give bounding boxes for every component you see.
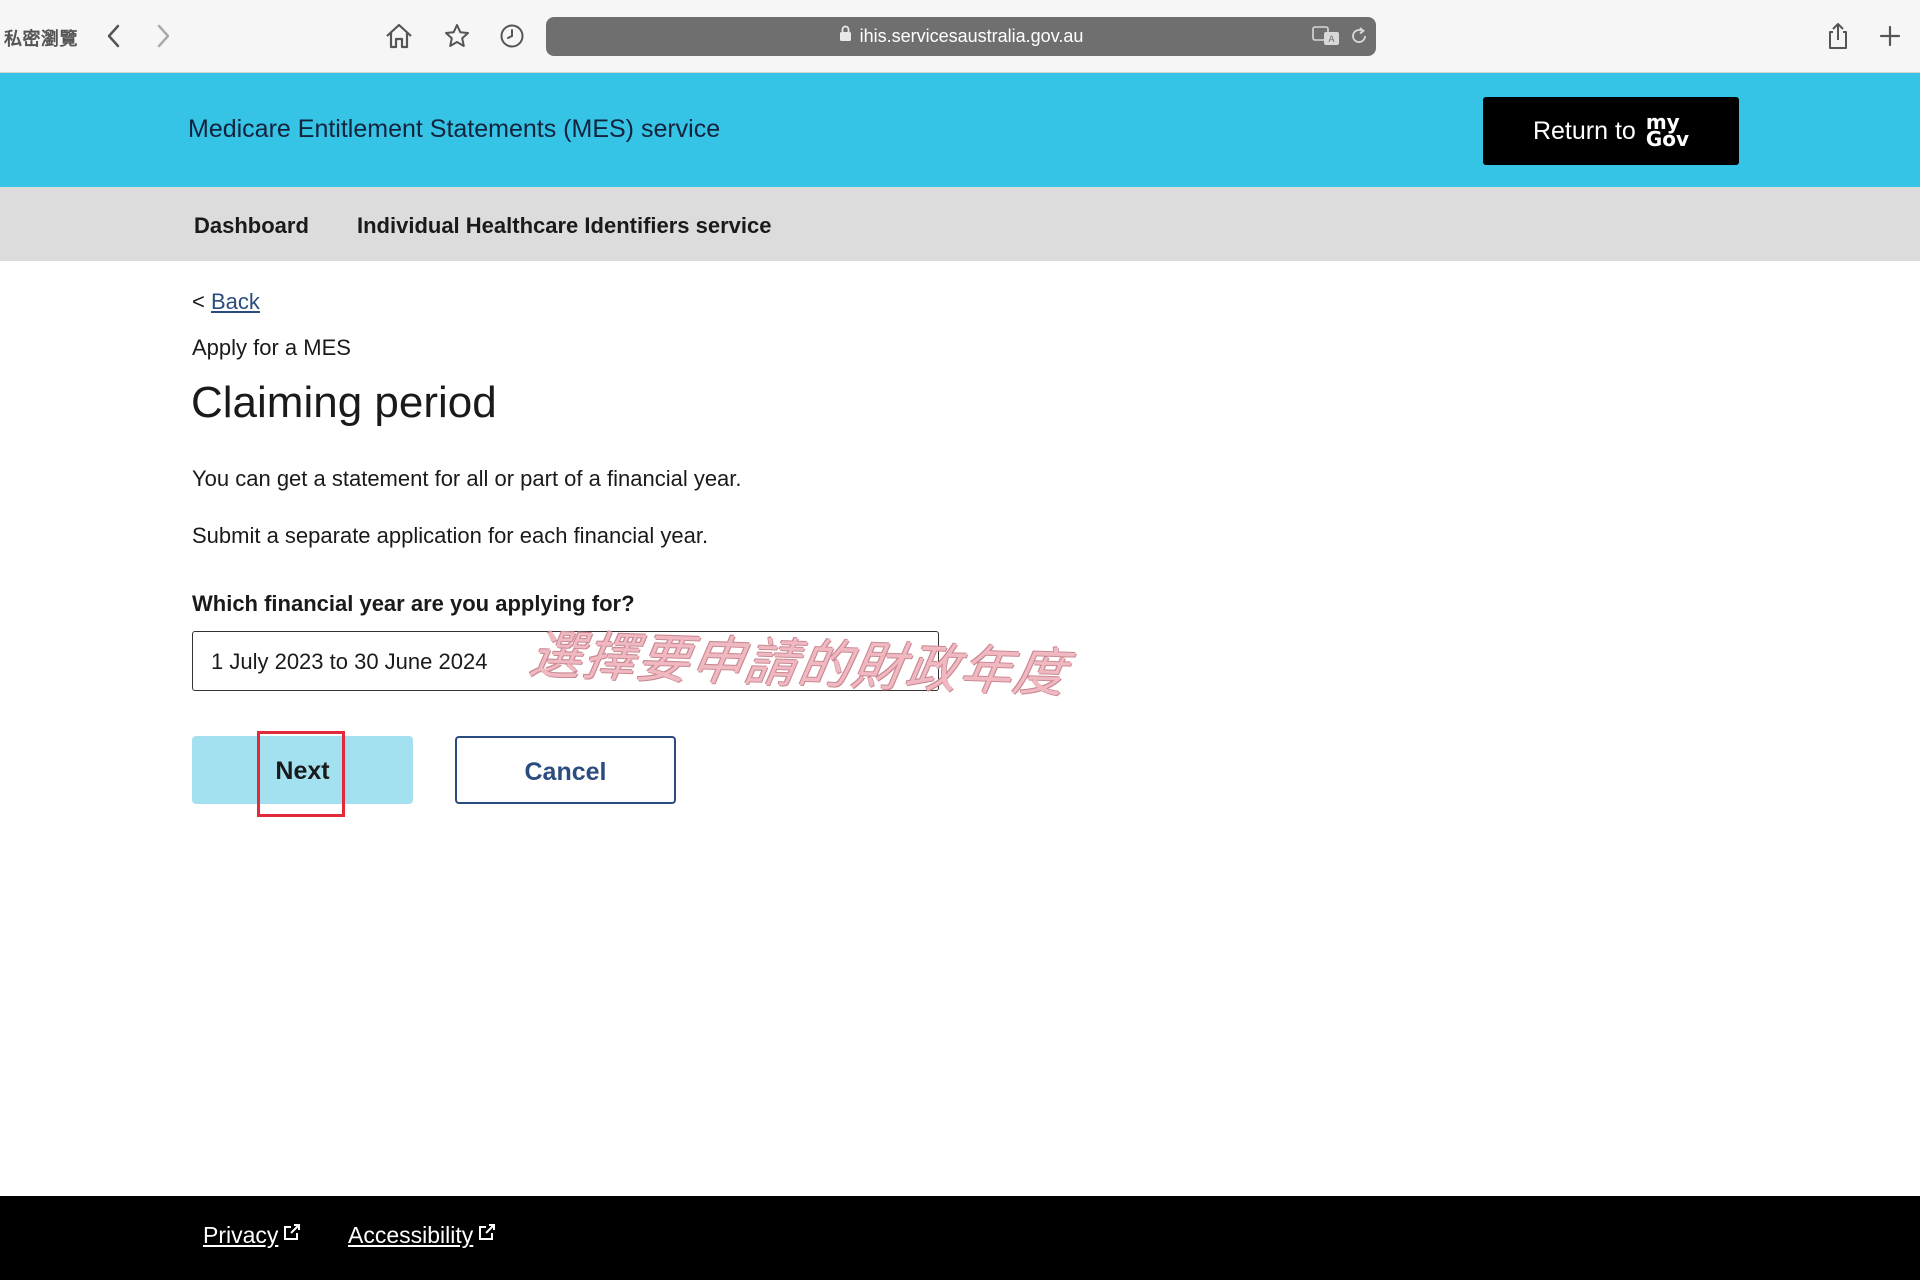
return-to-mygov-button[interactable]: Return to my Gov bbox=[1483, 97, 1739, 165]
lock-icon bbox=[839, 25, 852, 47]
forward-icon[interactable] bbox=[143, 16, 183, 56]
address-bar[interactable]: ihis.servicesaustralia.gov.au A bbox=[546, 17, 1376, 56]
financial-year-label: Which financial year are you applying fo… bbox=[192, 591, 635, 616]
cancel-button[interactable]: Cancel bbox=[455, 736, 676, 804]
nav-item-dashboard[interactable]: Dashboard bbox=[194, 213, 309, 239]
mygov-logo: my Gov bbox=[1645, 110, 1690, 151]
browser-toolbar: 私密瀏覽 ihis.servicesaustralia.gov.au A bbox=[0, 0, 1920, 73]
intro-paragraph: You can get a statement for all or part … bbox=[192, 466, 742, 491]
url-text: ihis.servicesaustralia.gov.au bbox=[859, 26, 1084, 46]
home-icon[interactable] bbox=[379, 16, 419, 56]
service-nav: Dashboard Individual Healthcare Identifi… bbox=[0, 187, 1920, 261]
translate-icon[interactable]: A bbox=[1312, 25, 1342, 52]
back-chevron: < bbox=[192, 289, 205, 314]
instruction-paragraph: Submit a separate application for each f… bbox=[192, 523, 709, 548]
external-link-icon bbox=[477, 1221, 497, 1248]
external-link-icon bbox=[282, 1221, 302, 1248]
back-link[interactable]: Back bbox=[211, 289, 260, 314]
private-browsing-label: 私密瀏覽 bbox=[4, 29, 78, 50]
new-tab-icon[interactable] bbox=[1870, 16, 1910, 56]
service-title: Medicare Entitlement Statements (MES) se… bbox=[188, 115, 721, 143]
share-icon[interactable] bbox=[1818, 16, 1858, 56]
back-icon[interactable] bbox=[94, 16, 134, 56]
privacy-link[interactable]: Privacy bbox=[203, 1222, 302, 1249]
site-footer: Privacy Accessibility bbox=[0, 1196, 1920, 1280]
cancel-button-label: Cancel bbox=[524, 758, 607, 786]
nav-item-ihi-service[interactable]: Individual Healthcare Identifiers servic… bbox=[357, 213, 772, 239]
history-icon[interactable] bbox=[492, 16, 532, 56]
next-button[interactable]: Next bbox=[192, 736, 413, 804]
next-button-label: Next bbox=[275, 757, 330, 785]
back-link-container: < Back bbox=[192, 289, 260, 315]
reload-icon[interactable] bbox=[1349, 26, 1369, 51]
page-title: Claiming period bbox=[191, 378, 497, 427]
site-header: Medicare Entitlement Statements (MES) se… bbox=[0, 73, 1920, 187]
selected-financial-year: 1 July 2023 to 30 June 2024 bbox=[211, 649, 488, 674]
accessibility-link[interactable]: Accessibility bbox=[348, 1222, 497, 1249]
svg-text:A: A bbox=[1328, 35, 1335, 45]
return-to-label: Return to bbox=[1532, 116, 1636, 145]
page-eyebrow: Apply for a MES bbox=[192, 335, 351, 360]
star-icon[interactable] bbox=[437, 16, 477, 56]
financial-year-select[interactable]: 1 July 2023 to 30 June 2024 bbox=[192, 631, 939, 691]
